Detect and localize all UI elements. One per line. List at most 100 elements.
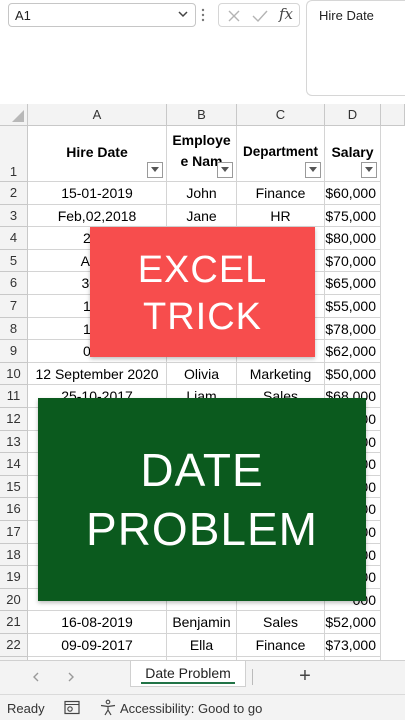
cell-b3[interactable]: Jane — [167, 204, 237, 228]
row-header-4[interactable]: 4 — [0, 227, 28, 250]
filter-arrow-icon — [309, 167, 317, 172]
row-header-18[interactable]: 18 — [0, 543, 28, 567]
column-header-e[interactable] — [381, 104, 405, 126]
sheet-tabs-bar: Date Problem + — [0, 660, 405, 694]
filter-dropdown-b[interactable] — [217, 162, 233, 178]
row-header-16[interactable]: 16 — [0, 498, 28, 521]
row-header-8[interactable]: 8 — [0, 317, 28, 341]
cell-c2[interactable]: Finance — [237, 182, 325, 205]
row-header-13[interactable]: 13 — [0, 430, 28, 454]
insert-function-icon[interactable]: fx — [279, 5, 293, 23]
tab-date-problem-label: Date Problem — [145, 665, 231, 681]
row-header-10[interactable]: 10 — [0, 362, 28, 386]
row-header-20[interactable]: 20 — [0, 588, 28, 612]
chevron-down-icon[interactable] — [177, 8, 189, 20]
column-header-a[interactable]: A — [28, 104, 167, 126]
header-cell-d[interactable]: Salary — [325, 126, 381, 182]
prev-sheet-icon[interactable] — [29, 670, 43, 684]
name-box-value: A1 — [15, 8, 31, 23]
filter-dropdown-a[interactable] — [147, 162, 163, 178]
header-cell-b[interactable]: Employe e Nam — [167, 126, 237, 182]
active-tab-indicator — [141, 682, 235, 684]
row-header-3[interactable]: 3 — [0, 204, 28, 228]
row-header-17[interactable]: 17 — [0, 521, 28, 544]
row-header-11[interactable]: 11 — [0, 385, 28, 408]
cell-a21[interactable]: 16-08-2019 — [28, 611, 167, 634]
banner-green-line2: PROBLEM — [86, 503, 318, 555]
tab-separator — [252, 669, 253, 685]
macro-recording-icon[interactable] — [64, 700, 80, 715]
row-header-14[interactable]: 14 — [0, 453, 28, 476]
cell-d2[interactable]: $60,000 — [325, 182, 381, 205]
filter-arrow-icon — [151, 167, 159, 172]
row-header-9[interactable]: 9 — [0, 340, 28, 363]
row-header-22[interactable]: 22 — [0, 634, 28, 657]
formula-input-value: Hire Date — [319, 8, 374, 23]
column-header-d[interactable]: D — [325, 104, 381, 126]
row-header-6[interactable]: 6 — [0, 272, 28, 295]
cell-d7[interactable]: $55,000 — [325, 295, 381, 318]
filter-dropdown-c[interactable] — [305, 162, 321, 178]
accessibility-icon[interactable] — [99, 699, 117, 716]
status-ready: Ready — [7, 701, 45, 716]
cell-d9[interactable]: $62,000 — [325, 340, 381, 363]
tab-date-problem[interactable]: Date Problem — [130, 661, 246, 687]
row-header-2[interactable]: 2 — [0, 182, 28, 205]
header-employee-name-line1: Employe — [172, 132, 231, 148]
cell-d22[interactable]: $73,000 — [325, 634, 381, 657]
cell-d10[interactable]: $50,000 — [325, 362, 381, 386]
row-header-7[interactable]: 7 — [0, 295, 28, 318]
more-options-icon[interactable] — [200, 6, 206, 24]
cancel-icon[interactable] — [227, 9, 241, 23]
next-sheet-icon[interactable] — [64, 670, 78, 684]
filter-arrow-icon — [365, 167, 373, 172]
row-header-12[interactable]: 12 — [0, 408, 28, 431]
row-header-5[interactable]: 5 — [0, 249, 28, 273]
header-department-label: Department — [242, 144, 318, 159]
cell-d6[interactable]: $65,000 — [325, 272, 381, 295]
row-header-21[interactable]: 21 — [0, 611, 28, 634]
accessibility-status[interactable]: Accessibility: Good to go — [120, 701, 262, 716]
cell-c10[interactable]: Marketing — [237, 362, 325, 386]
cell-c22[interactable]: Finance — [237, 634, 325, 657]
column-header-b[interactable]: B — [167, 104, 237, 126]
formula-bar: A1 fx Hire Date — [0, 0, 405, 98]
add-sheet-button[interactable]: + — [296, 666, 314, 686]
enter-check-icon[interactable] — [252, 9, 268, 23]
select-all-corner[interactable] — [0, 104, 28, 126]
cell-b22[interactable]: Ella — [167, 634, 237, 657]
header-hire-date-label: Hire Date — [66, 144, 128, 160]
cell-a22[interactable]: 09-09-2017 — [28, 634, 167, 657]
cell-a10[interactable]: 12 September 2020 — [28, 362, 167, 386]
cell-a3[interactable]: Feb,02,2018 — [28, 204, 167, 228]
column-header-c[interactable]: C — [237, 104, 325, 126]
cell-d4[interactable]: $80,000 — [325, 227, 381, 250]
banner-red-line2: TRICK — [143, 296, 262, 338]
header-cell-a[interactable]: Hire Date — [28, 126, 167, 182]
row-header-15[interactable]: 15 — [0, 475, 28, 499]
header-salary-label: Salary — [331, 144, 374, 160]
cell-b21[interactable]: Benjamin — [167, 611, 237, 634]
row-header-1[interactable]: 1 — [0, 126, 28, 182]
cell-d3[interactable]: $75,000 — [325, 204, 381, 228]
name-box[interactable]: A1 — [8, 3, 196, 27]
header-cell-c[interactable]: Department — [237, 126, 325, 182]
row-header-19[interactable]: 19 — [0, 566, 28, 589]
filter-arrow-icon — [221, 167, 229, 172]
cell-d5[interactable]: $70,000 — [325, 249, 381, 273]
cell-b10[interactable]: Olivia — [167, 362, 237, 386]
date-problem-banner: DATE PROBLEM — [38, 398, 366, 601]
cell-d21[interactable]: $52,000 — [325, 611, 381, 634]
formula-input[interactable]: Hire Date — [306, 0, 405, 96]
formula-buttons: fx — [218, 3, 300, 27]
cell-a2[interactable]: 15-01-2019 — [28, 182, 167, 205]
cell-d8[interactable]: $78,000 — [325, 317, 381, 341]
cell-c21[interactable]: Sales — [237, 611, 325, 634]
cell-c3[interactable]: HR — [237, 204, 325, 228]
banner-red-line1: EXCEL — [137, 249, 268, 291]
banner-green-line1: DATE — [140, 444, 264, 496]
excel-trick-banner: EXCEL TRICK — [90, 227, 315, 357]
select-all-icon[interactable] — [12, 110, 24, 122]
filter-dropdown-d[interactable] — [361, 162, 377, 178]
cell-b2[interactable]: John — [167, 182, 237, 205]
